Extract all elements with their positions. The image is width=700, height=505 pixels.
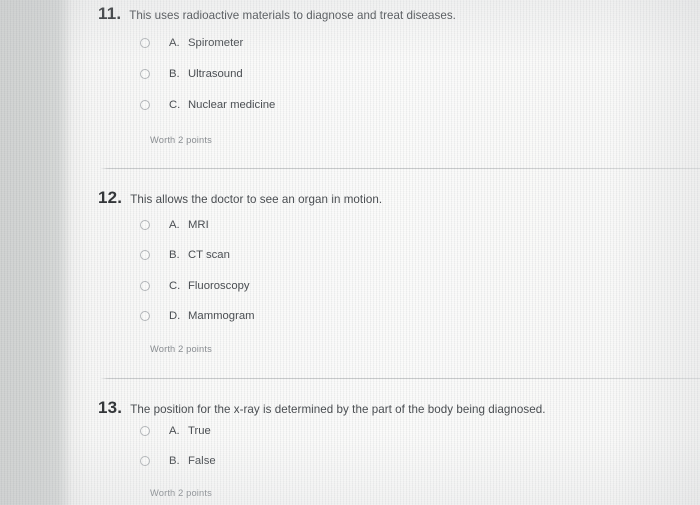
question-header: 12. This allows the doctor to see an orga… [98,188,382,208]
answer-option[interactable]: A. MRI [140,219,209,231]
radio-button-icon[interactable] [140,69,150,79]
radio-button-icon[interactable] [140,38,150,48]
radio-button-icon[interactable] [140,220,150,230]
option-label: MRI [188,219,209,231]
option-letter: B. [169,249,180,261]
points-label: Worth 2 points [150,488,212,498]
option-label: CT scan [188,249,230,261]
radio-button-icon[interactable] [140,456,150,466]
option-label: Nuclear medicine [188,99,276,111]
answer-option[interactable]: A. Spirometer [140,37,243,49]
question-prompt: This uses radioactive materials to diagn… [129,9,456,22]
option-label: Mammogram [188,310,255,322]
quiz-screenshot: 11. This uses radioactive materials to di… [0,0,700,505]
question-number: 11. [98,4,122,23]
option-label: False [188,455,216,467]
radio-button-icon[interactable] [140,100,150,110]
answer-option[interactable]: A. True [140,425,211,437]
answer-option[interactable]: B. Ultrasound [140,68,243,80]
answer-option[interactable]: C. Fluoroscopy [140,280,250,292]
option-letter: C. [169,280,181,292]
option-letter: B. [169,68,180,80]
radio-button-icon[interactable] [140,281,150,291]
option-letter: A. [169,37,180,49]
option-letter: B. [169,455,180,467]
option-label: True [188,425,211,437]
option-label: Spirometer [188,37,244,49]
question-header: 11. This uses radioactive materials to di… [98,4,456,24]
question-divider [100,378,700,379]
question-prompt: This allows the doctor to see an organ i… [130,193,383,206]
question-header: 13. The position for the x-ray is determi… [98,398,545,418]
option-letter: D. [169,310,181,322]
radio-button-icon[interactable] [140,426,150,436]
option-letter: A. [169,425,180,437]
option-letter: C. [169,99,181,111]
option-letter: A. [169,219,180,231]
quiz-content-area: 11. This uses radioactive materials to di… [0,0,700,505]
answer-option[interactable]: B. False [140,455,216,467]
option-label: Ultrasound [188,68,243,80]
points-label: Worth 2 points [150,135,212,145]
question-number: 13. [98,398,123,417]
points-label: Worth 2 points [150,344,212,354]
radio-button-icon[interactable] [140,311,150,321]
answer-option[interactable]: D. Mammogram [140,310,255,322]
answer-option[interactable]: C. Nuclear medicine [140,99,275,111]
radio-button-icon[interactable] [140,250,150,260]
option-label: Fluoroscopy [188,280,250,292]
answer-option[interactable]: B. CT scan [140,249,230,261]
question-number: 12. [98,188,123,207]
question-prompt: The position for the x-ray is determined… [130,403,546,416]
question-divider [100,168,700,169]
